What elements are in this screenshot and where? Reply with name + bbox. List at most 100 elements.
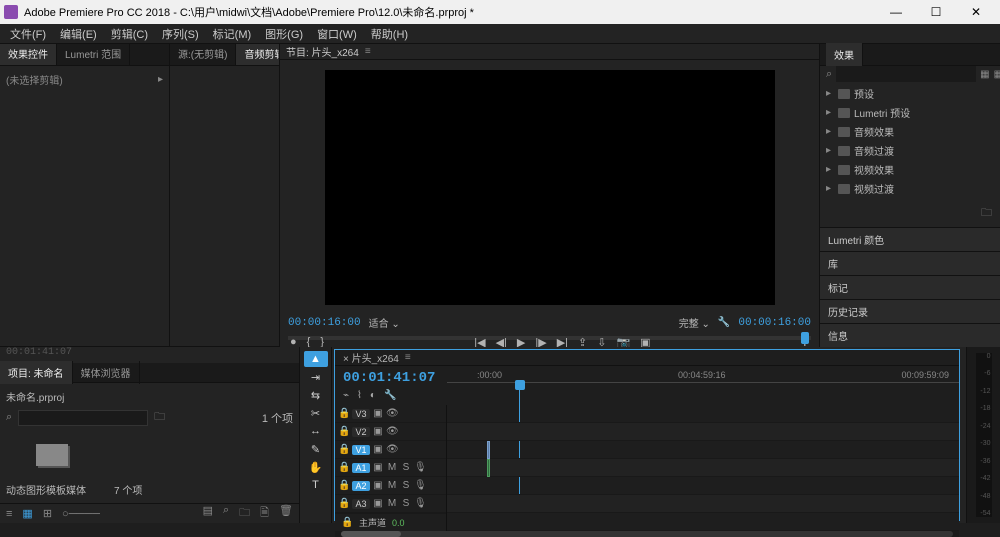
timeline-timecode[interactable]: 00:01:41:07 [343, 370, 439, 386]
track-select-tool[interactable]: ⇥ [304, 369, 328, 385]
audio-clip[interactable] [487, 459, 490, 477]
scrubber-playhead-icon[interactable] [801, 332, 809, 344]
tab-source-none[interactable]: 源:(无剪辑) [170, 44, 236, 65]
slip-tool[interactable]: ↔ [304, 423, 328, 439]
auto-seq-icon[interactable]: ▤ [203, 504, 213, 523]
fx-32bit-icon[interactable]: ▦ [994, 69, 1000, 80]
icon-view-icon[interactable]: ▦ [22, 507, 32, 520]
snap-icon[interactable]: ⌁ [343, 390, 349, 401]
scroll-thumb[interactable] [341, 531, 401, 537]
program-monitor-viewport[interactable] [325, 70, 775, 305]
menu-file[interactable]: 文件(F) [4, 24, 52, 44]
menu-sequence[interactable]: 序列(S) [156, 24, 205, 44]
lock-icon[interactable]: 🔒 [338, 480, 350, 491]
solo-button[interactable]: S [400, 462, 412, 473]
zoom-fit-select[interactable]: 适合 ⌄ [369, 315, 400, 330]
selection-tool[interactable]: ▲ [304, 351, 328, 367]
track-header-a2[interactable]: 🔒A2▣MS🎙 [335, 477, 446, 495]
razor-tool[interactable]: ✂ [304, 405, 328, 421]
lock-icon[interactable]: 🔒 [338, 426, 350, 437]
playhead-icon[interactable] [515, 380, 525, 390]
video-clip[interactable] [487, 441, 490, 459]
track-header-a1[interactable]: 🔒A1▣MS🎙 [335, 459, 446, 477]
program-timecode-left[interactable]: 00:00:16:00 [288, 317, 361, 329]
menu-graphics[interactable]: 图形(G) [259, 24, 309, 44]
solo-button[interactable]: S [400, 498, 412, 509]
menu-marker[interactable]: 标记(M) [207, 24, 258, 44]
mute-button[interactable]: M [386, 462, 398, 473]
fx-badge-icon[interactable]: ▦ [980, 69, 989, 80]
type-tool[interactable]: T [304, 477, 328, 493]
find-icon[interactable]: ⌕ [223, 504, 229, 523]
master-track-header[interactable]: 🔒主声道0.0 [335, 513, 446, 531]
panel-menu-icon[interactable]: ≡ [405, 352, 411, 363]
fx-folder-video-transitions[interactable]: ▸视频过渡 [820, 179, 1000, 198]
track-header-a3[interactable]: 🔒A3▣MS🎙 [335, 495, 446, 513]
lock-icon[interactable]: 🔒 [338, 444, 350, 455]
resolution-select[interactable]: 完整 ⌄ [679, 315, 710, 330]
fx-folder-audio-transitions[interactable]: ▸音频过渡 [820, 141, 1000, 160]
fx-folder-lumetri-presets[interactable]: ▸Lumetri 预设 [820, 103, 1000, 122]
settings-wrench-icon[interactable]: 🔧 [718, 317, 730, 328]
ripple-tool[interactable]: ⇆ [304, 387, 328, 403]
track-header-v2[interactable]: 🔒V2▣👁 [335, 423, 446, 441]
mute-button[interactable]: M [386, 480, 398, 491]
track-lanes[interactable] [447, 405, 959, 531]
effects-search-input[interactable] [836, 66, 976, 82]
panel-libraries[interactable]: 库 [820, 252, 1000, 276]
panel-info[interactable]: 信息 [820, 324, 1000, 348]
track-header-v3[interactable]: 🔒V3▣👁 [335, 405, 446, 423]
timeline-ruler[interactable]: :00:00 00:04:59:16 00:09:59:09 [447, 366, 959, 400]
menu-clip[interactable]: 剪辑(C) [105, 24, 154, 44]
list-view-icon[interactable]: ≡ [6, 508, 12, 520]
new-item-icon[interactable]: 🗎 [260, 504, 269, 523]
lock-icon[interactable]: 🔒 [338, 462, 350, 473]
add-marker-button[interactable]: ● [290, 336, 297, 348]
fx-folder-audio-effects[interactable]: ▸音频效果 [820, 122, 1000, 141]
trash-icon[interactable]: 🗑 [279, 504, 293, 523]
minimize-button[interactable]: — [876, 0, 916, 24]
pen-tool[interactable]: ✎ [304, 441, 328, 457]
marker-icon[interactable]: ◐ [370, 390, 376, 401]
mic-icon[interactable]: 🎙 [414, 462, 426, 473]
tab-media-browser[interactable]: 媒体浏览器 [73, 361, 140, 384]
menu-window[interactable]: 窗口(W) [311, 24, 363, 44]
tab-audio-clip-mixer[interactable]: 音频剪辑混合器: 片头_x264 [236, 44, 279, 65]
program-scrubber[interactable] [280, 330, 819, 334]
timeline-h-scroll[interactable] [335, 531, 959, 537]
mute-button[interactable]: M [386, 498, 398, 509]
tab-effect-controls[interactable]: 效果控件 [0, 44, 57, 65]
linked-sel-icon[interactable]: ⌇ [357, 390, 362, 401]
menu-help[interactable]: 帮助(H) [365, 24, 414, 44]
tab-effects[interactable]: 效果 [826, 43, 863, 66]
menu-edit[interactable]: 编辑(E) [54, 24, 103, 44]
program-tab[interactable]: 节目: 片头_x264 [286, 44, 359, 59]
new-bin-icon[interactable]: 🗀 [981, 204, 992, 223]
hand-tool[interactable]: ✋ [304, 459, 328, 475]
close-button[interactable]: ✕ [956, 0, 996, 24]
freeform-view-icon[interactable]: ⊞ [43, 507, 52, 520]
track-header-v1[interactable]: 🔒V1▣👁 [335, 441, 446, 459]
fx-folder-presets[interactable]: ▸预设 [820, 84, 1000, 103]
panel-markers[interactable]: 标记 [820, 276, 1000, 300]
zoom-slider[interactable]: ○──── [62, 508, 100, 520]
new-bin-icon[interactable]: 🗀 [239, 504, 250, 523]
eye-icon[interactable]: 👁 [386, 444, 398, 455]
panel-menu-icon[interactable]: ≡ [365, 46, 371, 57]
panel-lumetri-color[interactable]: Lumetri 颜色 [820, 228, 1000, 252]
tab-project[interactable]: 项目: 未命名 [0, 361, 73, 384]
maximize-button[interactable]: ☐ [916, 0, 956, 24]
eye-icon[interactable]: 👁 [386, 426, 398, 437]
eye-icon[interactable]: 👁 [386, 408, 398, 419]
mic-icon[interactable]: 🎙 [414, 498, 426, 509]
tab-lumetri-scopes[interactable]: Lumetri 范围 [57, 44, 130, 65]
solo-button[interactable]: S [400, 480, 412, 491]
lock-icon[interactable]: 🔒 [338, 498, 350, 509]
panel-history[interactable]: 历史记录 [820, 300, 1000, 324]
filter-bin-icon[interactable]: 🗀 [154, 408, 165, 427]
settings-wrench-icon[interactable]: 🔧 [384, 390, 396, 401]
project-search-input[interactable] [18, 410, 148, 426]
bin-thumbnail[interactable] [36, 444, 68, 466]
lock-icon[interactable]: 🔒 [338, 408, 350, 419]
mic-icon[interactable]: 🎙 [414, 480, 426, 491]
